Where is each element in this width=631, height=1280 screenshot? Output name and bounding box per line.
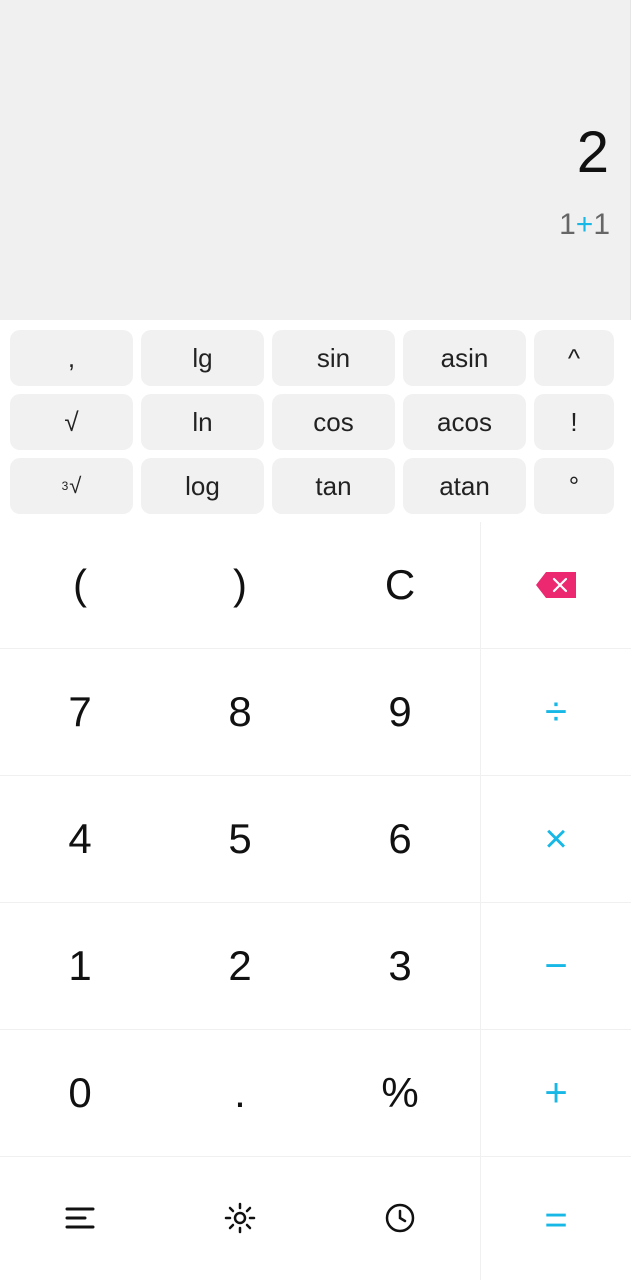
sci-lg-button[interactable]: lg: [141, 330, 264, 386]
sci-ln-button[interactable]: ln: [141, 394, 264, 450]
sci-comma-button[interactable]: ,: [10, 330, 133, 386]
sci-degree-button[interactable]: °: [534, 458, 614, 514]
sci-log-button[interactable]: log: [141, 458, 264, 514]
gear-icon: [223, 1197, 257, 1245]
sci-power-button[interactable]: ^: [534, 330, 614, 386]
decimal-button[interactable]: .: [160, 1030, 320, 1157]
sci-cbrt-root: √: [69, 473, 81, 499]
digit-7-button[interactable]: 7: [0, 649, 160, 776]
digit-2-button[interactable]: 2: [160, 903, 320, 1030]
multiply-button[interactable]: ×: [480, 776, 631, 903]
menu-button[interactable]: [0, 1157, 160, 1280]
rparen-button[interactable]: ): [160, 522, 320, 649]
expr-op: +: [576, 208, 594, 241]
display-area: 2 1+1: [0, 0, 631, 320]
divide-button[interactable]: ÷: [480, 649, 631, 776]
digit-4-button[interactable]: 4: [0, 776, 160, 903]
plus-button[interactable]: +: [480, 1030, 631, 1157]
digit-5-button[interactable]: 5: [160, 776, 320, 903]
minus-button[interactable]: −: [480, 903, 631, 1030]
expr-left: 1: [559, 208, 576, 241]
settings-button[interactable]: [160, 1157, 320, 1280]
sci-sqrt-button[interactable]: √: [10, 394, 133, 450]
clear-button[interactable]: C: [320, 522, 480, 649]
equals-button[interactable]: =: [480, 1157, 631, 1280]
digit-8-button[interactable]: 8: [160, 649, 320, 776]
digit-3-button[interactable]: 3: [320, 903, 480, 1030]
digit-1-button[interactable]: 1: [0, 903, 160, 1030]
sci-acos-button[interactable]: acos: [403, 394, 526, 450]
expr-right: 1: [593, 208, 610, 241]
scientific-panel: , lg sin asin ^ √ ln cos acos ! 3√ log t…: [0, 320, 631, 522]
sci-tan-button[interactable]: tan: [272, 458, 395, 514]
backspace-icon: [536, 572, 576, 598]
sci-cbrt-button[interactable]: 3√: [10, 458, 133, 514]
digit-9-button[interactable]: 9: [320, 649, 480, 776]
backspace-button[interactable]: [480, 522, 631, 649]
lparen-button[interactable]: (: [0, 522, 160, 649]
clock-icon: [383, 1197, 417, 1245]
menu-icon: [63, 1197, 97, 1245]
sci-cos-button[interactable]: cos: [272, 394, 395, 450]
digit-0-button[interactable]: 0: [0, 1030, 160, 1157]
sci-cbrt-sup: 3: [62, 479, 69, 493]
sci-factorial-button[interactable]: !: [534, 394, 614, 450]
digit-6-button[interactable]: 6: [320, 776, 480, 903]
percent-button[interactable]: %: [320, 1030, 480, 1157]
sci-atan-button[interactable]: atan: [403, 458, 526, 514]
history-button[interactable]: [320, 1157, 480, 1280]
expression: 1+1: [559, 208, 610, 242]
sci-sin-button[interactable]: sin: [272, 330, 395, 386]
result-value: 2: [577, 119, 610, 186]
sci-asin-button[interactable]: asin: [403, 330, 526, 386]
keypad: ( ) C 7 8 9 ÷ 4 5 6 × 1 2 3 − 0 . % +: [0, 522, 631, 1280]
